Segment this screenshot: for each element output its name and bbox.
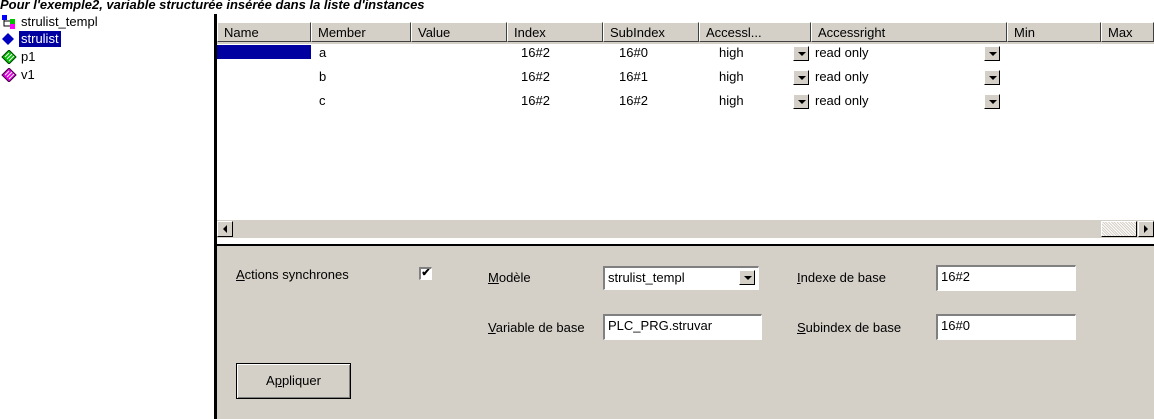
cell-accessright[interactable]: read only (815, 46, 868, 60)
member-grid[interactable]: Name Member Value Index SubIndex Accessl… (217, 14, 1154, 244)
grid-header: Name Member Value Index SubIndex Accessl… (217, 22, 1154, 44)
base-subindex-label-rest: ubindex de base (805, 320, 902, 335)
accesslevel-dropdown-arrow[interactable] (793, 94, 809, 109)
column-header-value[interactable]: Value (411, 22, 507, 42)
apply-button[interactable]: Appliquer (236, 363, 351, 399)
base-index-field[interactable]: 16#2 (936, 265, 1076, 291)
cell-accesslevel[interactable]: high (719, 46, 744, 60)
base-variable-label-rest: ariable de base (495, 320, 585, 335)
sync-actions-checkbox[interactable]: ✔ (419, 267, 432, 280)
base-subindex-label: Subindex de base (797, 320, 902, 335)
column-header-accesslevel[interactable]: Accessl... (699, 22, 811, 42)
horizontal-scrollbar[interactable] (217, 220, 1154, 238)
tree-item-label: p1 (21, 49, 36, 64)
accesslevel-dropdown-arrow[interactable] (793, 70, 809, 85)
apply-button-label: Appliquer (266, 373, 321, 388)
caption: Pour l'exemple2, variable structurée ins… (0, 0, 425, 12)
base-index-label: Indexe de base (797, 270, 886, 285)
model-select[interactable]: strulist_templ (603, 266, 759, 290)
apply-mnemonic: p (274, 373, 282, 388)
cell-subindex[interactable]: 16#0 (619, 46, 648, 60)
cell-index[interactable]: 16#2 (521, 70, 550, 84)
scroll-right-button[interactable] (1138, 221, 1154, 237)
model-dropdown-arrow[interactable] (739, 270, 755, 285)
scroll-left-button[interactable] (217, 221, 233, 237)
column-header-accessright[interactable]: Accessright (811, 22, 1007, 42)
cell-subindex[interactable]: 16#2 (619, 94, 648, 108)
cell-accesslevel[interactable]: high (719, 94, 744, 108)
cell-member[interactable]: c (319, 94, 326, 108)
diamond-icon (2, 33, 14, 45)
template-icon (2, 15, 15, 29)
cell-index[interactable]: 16#2 (521, 46, 550, 60)
column-header-min[interactable]: Min (1007, 22, 1101, 42)
column-header-member[interactable]: Member (311, 22, 411, 42)
accessright-dropdown-arrow[interactable] (984, 46, 1000, 61)
cell-subindex[interactable]: 16#1 (619, 70, 648, 84)
sync-actions-label-rest: ctions synchrones (244, 267, 349, 282)
cell-member[interactable]: a (319, 46, 326, 60)
cell-accessright[interactable]: read only (815, 94, 868, 108)
cell-member[interactable]: b (319, 70, 326, 84)
base-subindex-field[interactable]: 16#0 (936, 314, 1076, 340)
tree-item-label: strulist (18, 30, 62, 48)
model-label-rest: odèle (498, 270, 531, 285)
tree-item-label: strulist_templ (21, 14, 98, 29)
settings-panel: Actions synchrones ✔ Modèle strulist_tem… (217, 244, 1154, 419)
arrow-right-icon (1144, 225, 1148, 233)
cell-accessright[interactable]: read only (815, 70, 868, 84)
column-header-max[interactable]: Max (1101, 22, 1154, 42)
model-select-value: strulist_templ (608, 270, 685, 285)
column-header-name[interactable]: Name (217, 22, 311, 42)
tree-item-label: v1 (21, 67, 35, 82)
scroll-thumb[interactable] (1101, 221, 1137, 237)
magenta-diamond-icon (1, 68, 17, 82)
model-label: Modèle (488, 270, 531, 285)
selected-name-cell[interactable] (217, 45, 311, 59)
cell-index[interactable]: 16#2 (521, 94, 550, 108)
accessright-dropdown-arrow[interactable] (984, 70, 1000, 85)
cell-accesslevel[interactable]: high (719, 70, 744, 84)
instance-tree[interactable]: strulist_templ strulist p1 v1 (0, 14, 217, 419)
column-header-subindex[interactable]: SubIndex (603, 22, 699, 42)
green-diamond-icon (1, 50, 17, 64)
base-index-label-rest: ndexe de base (800, 270, 886, 285)
accessright-dropdown-arrow[interactable] (984, 94, 1000, 109)
sync-actions-label: Actions synchrones (236, 267, 349, 282)
base-variable-field[interactable]: PLC_PRG.struvar (603, 314, 762, 340)
accesslevel-dropdown-arrow[interactable] (793, 46, 809, 61)
base-variable-label: Variable de base (488, 320, 585, 335)
arrow-left-icon (223, 225, 227, 233)
column-header-index[interactable]: Index (507, 22, 603, 42)
